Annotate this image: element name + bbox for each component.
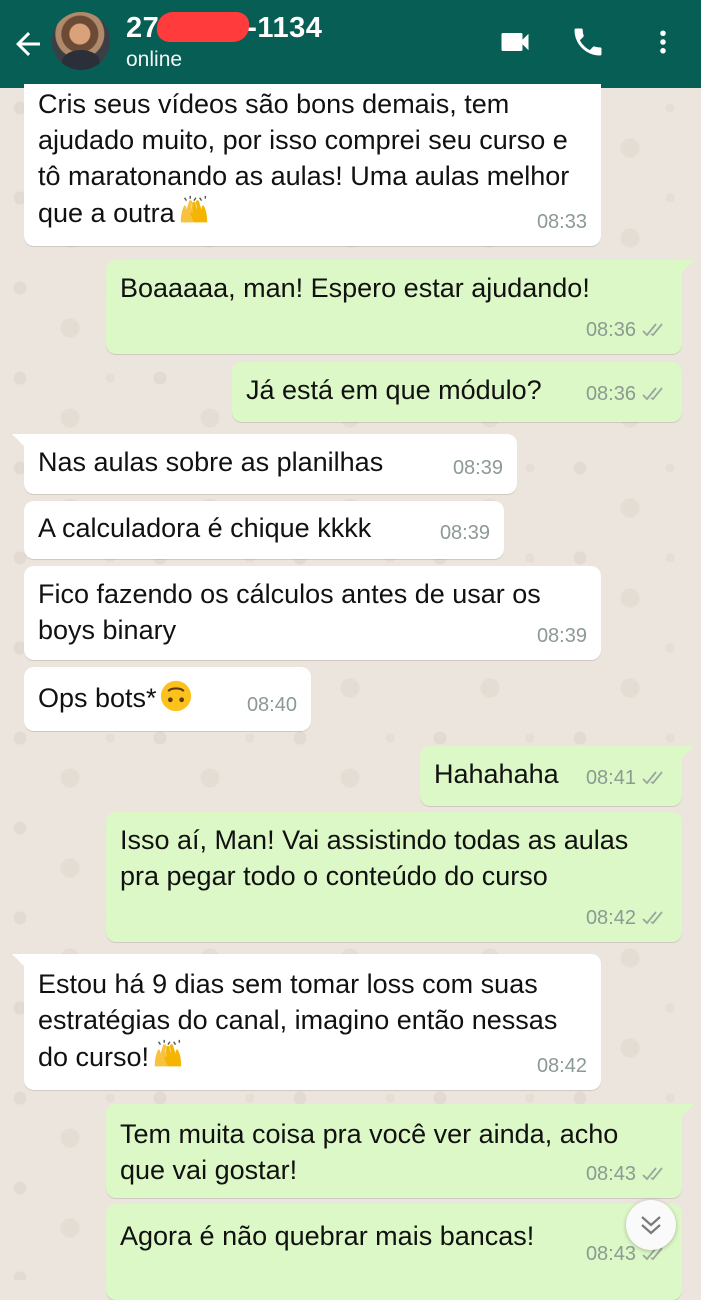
message-time: 08:39 <box>536 625 587 647</box>
message-meta: 08:33 <box>537 204 587 240</box>
message-meta: 08:40 <box>247 687 297 723</box>
message-meta: 08:42 <box>586 900 668 936</box>
message-time: 08:42 <box>585 907 636 929</box>
message-time: 08:39 <box>439 522 490 544</box>
more-vertical-icon[interactable] <box>648 24 678 60</box>
contact-name[interactable]: 27 -1134 <box>126 12 322 45</box>
avatar[interactable] <box>52 12 110 70</box>
contact-name-suffix: -1134 <box>247 12 323 44</box>
double-check-icon <box>642 771 663 785</box>
message-text: Nas aulas sobre as planilhas <box>38 447 384 477</box>
message-time: 08:42 <box>536 1055 587 1077</box>
message-text: Estou há 9 dias sem tomar loss com suas … <box>38 969 558 1072</box>
message-time: 08:33 <box>536 211 587 233</box>
message-meta: 08:41 <box>586 760 668 796</box>
message-time: 08:39 <box>452 457 503 479</box>
message-incoming[interactable]: Fico fazendo os cálculos antes de usar o… <box>24 566 601 660</box>
message-incoming[interactable]: Ops bots* 08:40 <box>24 667 311 731</box>
message-text: Fico fazendo os cálculos antes de usar o… <box>38 579 541 645</box>
message-meta: 08:36 <box>586 376 668 412</box>
message-outgoing[interactable]: Hahahaha 08:41 <box>420 746 694 806</box>
message-time: 08:43 <box>585 1243 636 1265</box>
message-text: Cris seus vídeos são bons demais, tem aj… <box>38 89 570 228</box>
message-text: Isso aí, Man! Vai assistindo todas as au… <box>120 825 629 891</box>
double-check-icon <box>642 323 663 337</box>
double-check-icon <box>642 387 663 401</box>
double-check-icon <box>642 911 663 925</box>
message-incoming[interactable]: Nas aulas sobre as planilhas 08:39 <box>12 434 517 494</box>
message-outgoing[interactable]: Agora é não quebrar mais bancas! 08:43 <box>106 1204 682 1300</box>
message-time: 08:36 <box>585 383 636 405</box>
message-time: 08:43 <box>585 1163 636 1185</box>
message-time: 08:40 <box>246 694 297 716</box>
arrow-left-icon[interactable] <box>10 26 46 62</box>
message-incoming[interactable]: A calculadora é chique kkkk 08:39 <box>24 501 504 559</box>
message-time: 08:36 <box>585 319 636 341</box>
upside-down-face-emoji-icon <box>160 680 191 712</box>
message-meta: 08:42 <box>537 1048 587 1084</box>
message-meta: 08:43 <box>586 1156 668 1192</box>
message-outgoing[interactable]: Já está em que módulo? 08:36 <box>232 362 682 422</box>
message-meta: 08:36 <box>586 312 668 348</box>
raising-hands-emoji-icon <box>154 1039 182 1067</box>
scroll-to-bottom-button[interactable] <box>626 1200 676 1250</box>
message-outgoing[interactable]: Tem muita coisa pra você ver ainda, acho… <box>106 1104 694 1198</box>
chevrons-down-icon <box>641 1216 661 1235</box>
message-incoming[interactable]: Cris seus vídeos são bons demais, tem aj… <box>24 84 601 246</box>
message-meta: 08:39 <box>453 450 503 486</box>
double-check-icon <box>642 1167 663 1181</box>
raising-hands-emoji-icon <box>180 195 207 223</box>
chat-header: 27 -1134 online <box>0 0 701 88</box>
video-camera-icon[interactable] <box>496 24 534 60</box>
contact-name-prefix: 27 <box>126 12 160 44</box>
message-outgoing[interactable]: Boaaaaa, man! Espero estar ajudando! 08:… <box>106 260 694 354</box>
message-text: A calculadora é chique kkkk <box>38 513 372 543</box>
message-text: Boaaaaa, man! Espero estar ajudando! <box>120 273 590 303</box>
message-meta: 08:39 <box>440 515 490 551</box>
message-text: Tem muita coisa pra você ver ainda, acho… <box>120 1119 619 1185</box>
message-meta: 08:39 <box>537 618 587 654</box>
message-incoming[interactable]: Estou há 9 dias sem tomar loss com suas … <box>12 954 601 1090</box>
message-outgoing[interactable]: Isso aí, Man! Vai assistindo todas as au… <box>106 812 682 942</box>
redaction-mark <box>155 12 251 42</box>
phone-icon[interactable] <box>570 24 606 60</box>
message-time: 08:41 <box>585 767 636 789</box>
contact-status: online <box>126 48 183 71</box>
